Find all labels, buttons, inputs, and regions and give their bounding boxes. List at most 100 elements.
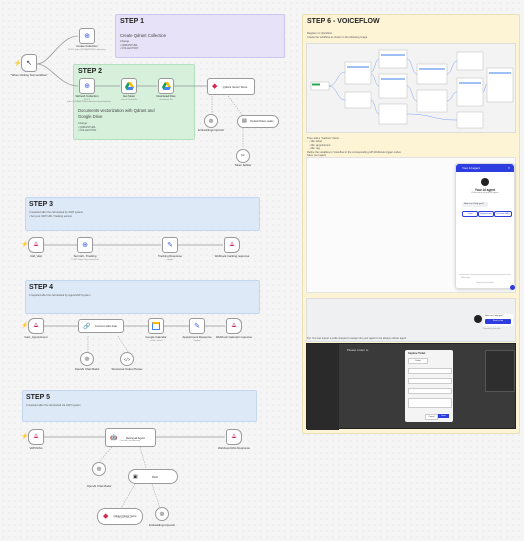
globe-icon: ⊕ xyxy=(84,32,90,40)
sticky-step6: STEP 6 - VOICEFLOW Register on Voiceflow… xyxy=(302,14,520,434)
splitter-icon: ✂ xyxy=(240,153,246,159)
structured-parser-node[interactable]: </> xyxy=(120,352,134,366)
launcher-avatar xyxy=(474,315,482,323)
set-call-tracking-sub: POST: https://api.vapi.ai/call xyxy=(71,258,99,261)
gain-appointment-webhook-node[interactable]: ⟁ xyxy=(28,318,44,334)
pencil-icon: ✎ xyxy=(167,242,173,249)
cursor-icon: ↖ xyxy=(26,59,32,67)
qdrant-icon: ◆ xyxy=(212,83,218,90)
chat-option-button[interactable]: Appointment xyxy=(478,211,494,217)
embeddings-node-2[interactable]: ❁ xyxy=(155,507,169,521)
chat-launcher-button[interactable] xyxy=(510,285,515,290)
code-icon: </> xyxy=(123,356,131,362)
editor-title: Please Listen to xyxy=(347,348,369,352)
refresh-collection-sub: POST: https://QDRANTURL/collections/poin… xyxy=(67,98,112,103)
qdrant-store-label: Qdrant Vector Store xyxy=(222,84,248,89)
google-drive-icon xyxy=(124,82,134,90)
editor-sidebar xyxy=(307,344,339,430)
webhook-appointment-node[interactable]: ⟁ xyxy=(226,318,242,334)
openai-chat-model-node-2[interactable]: ❁ xyxy=(92,462,106,476)
voiceflow-diagram-graphic xyxy=(310,49,514,129)
dialog-tab[interactable]: Entity xyxy=(408,358,428,364)
webhook-appointment-label: Webhook Calendar response xyxy=(215,335,253,339)
webhook-icon: ⟁ xyxy=(33,322,39,329)
download-files-sub: download: file xyxy=(159,98,173,101)
embeddings-node[interactable]: ❁ xyxy=(204,114,218,128)
openai-chat-model-node[interactable]: ❁ xyxy=(80,352,94,366)
create-collection-node[interactable]: ⊕ xyxy=(79,28,95,44)
webhook-icon: ⟁ xyxy=(231,433,237,440)
rag-tool-icon: ▣ xyxy=(133,473,138,480)
launcher-text: How can I help you? xyxy=(485,315,504,317)
chat-header: Your AI agent × xyxy=(456,164,514,172)
set-call-tracking-node[interactable]: ⊕ xyxy=(77,237,93,253)
chat-option-button[interactable]: Question RAG xyxy=(494,211,512,217)
openai-chat-label: OpenAI Chat Model xyxy=(74,367,100,371)
chat-powered: Powered by Voiceflow xyxy=(476,282,494,284)
chat-launcher-screenshot: How can I help you? Start a chat Powered… xyxy=(306,298,516,342)
globe-icon: ⊕ xyxy=(82,241,88,249)
globe-icon: ⊕ xyxy=(84,82,90,90)
editor-dialog: Capture Ticket Entity Cancel Save xyxy=(405,350,453,422)
google-calendar-sub: create: event xyxy=(149,339,163,342)
convert-start-date-node[interactable]: 🔗 Convert start date xyxy=(78,319,124,333)
google-calendar-node[interactable] xyxy=(148,318,164,334)
token-splitter-node[interactable]: ✂ xyxy=(236,149,250,163)
webhook-tracking-node[interactable]: ⟁ xyxy=(224,237,240,253)
step6-bottom-note: Tip: You can import a code snippet to as… xyxy=(307,337,407,340)
greeting-bubble: How can I help you? xyxy=(462,202,488,207)
doc-loader-label: Default Data Loader xyxy=(250,120,274,123)
link-icon: 🔗 xyxy=(83,323,91,330)
call-vapi-webhook-node[interactable]: ⟁ xyxy=(28,237,44,253)
greeting-text: How can I help you? xyxy=(464,203,484,205)
chat-header-title: Your AI agent xyxy=(462,166,480,170)
launcher-powered: Powered by Voiceflow xyxy=(483,328,501,330)
chat-widget-screenshot: Your AI agent × Your AI agent Descriptio… xyxy=(306,157,516,293)
retrieval-agent-node[interactable]: 🤖 Retrieval Agent xyxy=(105,428,156,447)
qdrant-store2-sub: Retrieve Qdrant xyxy=(116,517,132,519)
qdrant-vector-store-node[interactable]: ◆ Qdrant Vector Store xyxy=(207,78,255,95)
webhook-rag-node[interactable]: ⟁ xyxy=(226,429,242,445)
rag-tool-label: RAG xyxy=(151,474,159,479)
download-files-node[interactable] xyxy=(158,78,174,94)
editor-right-panel xyxy=(485,350,515,392)
chat-option-button[interactable]: Ticket xyxy=(462,211,478,217)
get-folder-node[interactable] xyxy=(121,78,137,94)
webhook-rag-label: Webhook RAG Response xyxy=(218,446,250,450)
webhook-icon: ⟁ xyxy=(231,322,237,329)
chat-window: Your AI agent × Your AI agent Descriptio… xyxy=(455,163,515,289)
tracking-response-node[interactable]: ✎ xyxy=(162,237,178,253)
appointment-response-node[interactable]: ✎ xyxy=(189,318,205,334)
dialog-cancel-button[interactable]: Cancel xyxy=(425,414,438,420)
default-data-loader-node[interactable]: ▤ Default Data Loader xyxy=(237,115,279,128)
vapi-rag-label: VAPI RAG xyxy=(29,446,43,450)
close-icon[interactable]: × xyxy=(508,166,510,170)
calendar-icon xyxy=(152,322,160,330)
dialog-field[interactable] xyxy=(408,368,452,374)
step6-line: Create the workflow as shown in the foll… xyxy=(307,35,368,39)
retrieval-agent-label: Retrieval Agent xyxy=(126,435,145,440)
dialog-field[interactable] xyxy=(408,378,452,384)
refresh-collection-node[interactable]: ⊕ xyxy=(79,78,95,94)
appointment-response-sub: update xyxy=(193,339,201,342)
rag-tool-node[interactable]: ▣ RAG xyxy=(128,469,178,484)
manual-trigger-node[interactable]: ↖ xyxy=(21,54,37,72)
create-collection-sub: POST: https://QDRANTURL/collections xyxy=(68,48,106,51)
embeddings-label: Embeddings OpenAI xyxy=(198,128,224,132)
retrieval-agent-sub: Question and Answer xyxy=(119,440,141,442)
call-vapi-label: Call_Vapi xyxy=(30,254,42,258)
structured-parser-label: Structured Output Parser xyxy=(111,367,143,371)
agent-desc: Description of your AI agent xyxy=(471,192,499,194)
vapi-rag-webhook-node[interactable]: ⟁ xyxy=(28,429,44,445)
get-folder-sub: search: fileFolder xyxy=(120,98,138,101)
google-drive-icon xyxy=(161,82,171,90)
document-icon: ▤ xyxy=(242,118,247,124)
start-chat-button[interactable]: Start a chat xyxy=(485,319,511,324)
chat-message-input[interactable]: Message... xyxy=(459,274,511,281)
agent-avatar xyxy=(481,178,489,186)
dialog-save-button[interactable]: Save xyxy=(438,414,449,418)
dialog-field[interactable] xyxy=(408,388,452,394)
openai-chat2-label: OpenAI Chat Model xyxy=(86,484,112,488)
dialog-field[interactable] xyxy=(408,398,452,408)
convert-date-label: Convert start date xyxy=(94,324,118,328)
